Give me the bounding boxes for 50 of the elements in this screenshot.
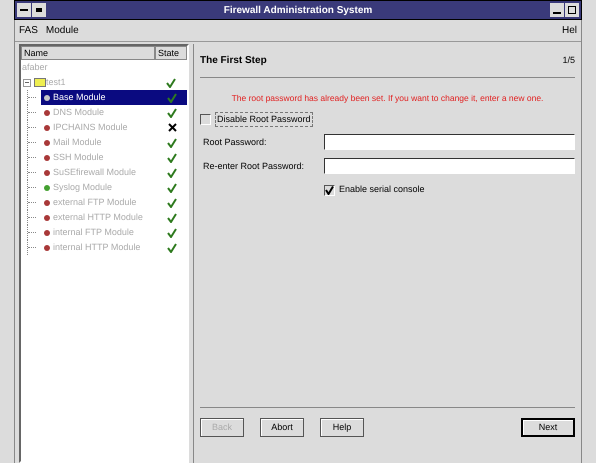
tree-item[interactable]: external HTTP Module <box>41 210 187 225</box>
column-header[interactable]: Name <box>21 46 155 60</box>
tree-item[interactable]: internal FTP Module <box>41 225 187 240</box>
field-label: Root Password: <box>202 136 268 148</box>
tree-item[interactable]: test1 <box>46 76 155 90</box>
menu-icon[interactable] <box>17 3 31 17</box>
module-label: Mail Module <box>53 136 103 149</box>
checkbox[interactable] <box>200 114 211 125</box>
checkbox-label[interactable]: Enable serial console <box>339 183 425 197</box>
module-label: SSH Module <box>53 150 105 164</box>
tree-root[interactable]: afaber <box>21 60 187 75</box>
tree-item[interactable]: external FTP Module <box>41 195 187 210</box>
minimize-icon[interactable] <box>550 3 564 17</box>
tree-item[interactable]: Mail Module <box>41 135 187 150</box>
wizard-button[interactable]: Next <box>521 418 575 437</box>
module-label: DNS Module <box>53 106 106 119</box>
module-label: external HTTP Module <box>53 210 144 224</box>
folder-icon <box>34 78 46 87</box>
module-label: Base Module <box>53 90 107 104</box>
checkbox-label[interactable]: Disable Root Password <box>215 112 313 128</box>
menu-item[interactable]: FAS <box>19 23 38 38</box>
pin-icon[interactable] <box>32 3 46 17</box>
tree-item[interactable]: IPCHAINS Module <box>41 120 187 135</box>
step-title: The First Step <box>200 54 268 68</box>
field-label: Re-enter Root Password: <box>202 160 306 172</box>
wizard-button[interactable]: Abort <box>260 418 304 437</box>
module-label: SuSEfirewall Module <box>53 166 138 179</box>
column-header[interactable]: State <box>155 46 187 60</box>
tree-item[interactable]: SuSEfirewall Module <box>41 165 187 180</box>
window-title: Firewall Administration System <box>222 4 374 18</box>
password-field[interactable] <box>324 134 575 150</box>
tree-item[interactable]: internal HTTP Module <box>41 240 187 255</box>
module-label: IPCHAINS Module <box>53 120 129 134</box>
wizard-button[interactable]: Help <box>320 418 364 437</box>
notice-text: The root password has already been set. If you want to change it, enter a new one. <box>230 92 544 105</box>
collapse-icon[interactable] <box>23 78 31 86</box>
module-label: external FTP Module <box>53 196 138 209</box>
password-field[interactable] <box>324 158 575 174</box>
tree-item[interactable]: DNS Module <box>41 105 187 120</box>
maximize-icon[interactable] <box>565 3 579 17</box>
checkbox[interactable] <box>324 184 335 196</box>
menu-item[interactable]: Module <box>46 23 79 38</box>
tree-item[interactable]: Syslog Module <box>41 180 187 195</box>
module-label: internal FTP Module <box>53 226 135 239</box>
menu-item[interactable]: Hel <box>562 23 577 38</box>
tree-item[interactable]: SSH Module <box>41 150 187 165</box>
tree-item[interactable]: Base Module <box>41 90 187 105</box>
step-counter: 1/5 <box>562 54 575 67</box>
module-label: Syslog Module <box>53 180 114 194</box>
module-label: internal HTTP Module <box>53 240 142 254</box>
